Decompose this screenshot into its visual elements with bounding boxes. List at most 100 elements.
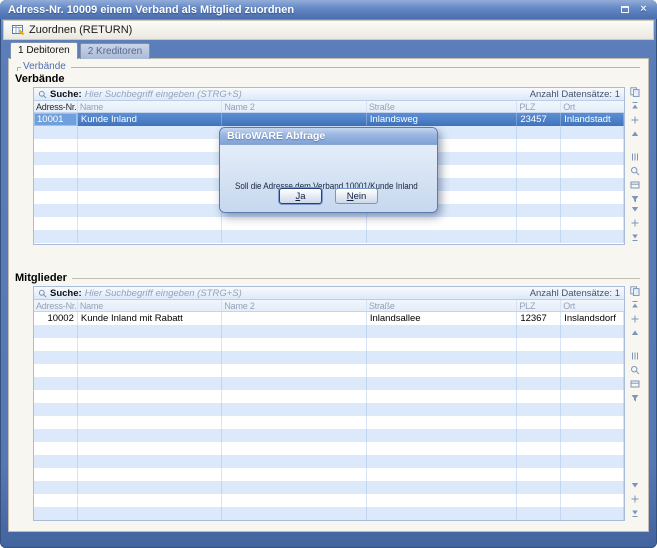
dialog-body: Soll die Adresse dem Verband 10001/Kunde… — [220, 145, 437, 213]
scroll-last-icon[interactable] — [630, 232, 640, 242]
column-header-plz[interactable]: PLZ — [517, 300, 561, 311]
table-cell — [78, 455, 223, 468]
table-cell — [78, 126, 223, 139]
scroll-down-icon[interactable] — [630, 480, 640, 490]
table-cell — [517, 178, 561, 191]
mitglieder-search-input[interactable] — [85, 288, 527, 299]
table-empty-row[interactable] — [34, 325, 624, 338]
table-cell — [78, 390, 223, 403]
scroll-first-icon[interactable] — [630, 300, 640, 310]
table-empty-row[interactable] — [34, 455, 624, 468]
table-cell — [561, 230, 624, 243]
table-cell — [367, 455, 517, 468]
table-cell — [517, 191, 561, 204]
table-cell — [34, 507, 78, 520]
columns-icon[interactable] — [630, 351, 640, 361]
table-cell — [78, 139, 223, 152]
column-header-name[interactable]: Name — [78, 300, 223, 311]
table-cell — [517, 481, 561, 494]
table-cell — [222, 429, 367, 442]
scroll-last-icon[interactable] — [630, 508, 640, 518]
column-header-adressnr[interactable]: Adress-Nr. — [34, 300, 78, 311]
copy-icon[interactable] — [630, 87, 640, 97]
table-cell — [561, 126, 624, 139]
table-cell — [517, 468, 561, 481]
column-header-plz[interactable]: PLZ — [517, 101, 561, 112]
table-row-selected[interactable]: 10001 Kunde Inland Inlandsweg 23457 Inla… — [34, 113, 624, 126]
table-empty-row[interactable] — [34, 377, 624, 390]
tab-kreditoren[interactable]: 2 Kreditoren — [80, 43, 150, 59]
column-header-strasse[interactable]: Straße — [367, 300, 517, 311]
table-empty-row[interactable] — [34, 230, 624, 243]
table-empty-row[interactable] — [34, 442, 624, 455]
table-cell — [222, 507, 367, 520]
ja-button[interactable]: Ja — [279, 188, 322, 204]
column-header-ort[interactable]: Ort — [561, 101, 624, 112]
scroll-up-icon[interactable] — [630, 129, 640, 139]
column-header-name[interactable]: Name — [78, 101, 223, 112]
table-empty-row[interactable] — [34, 390, 624, 403]
search-icon — [38, 90, 47, 99]
scroll-down-icon[interactable] — [630, 204, 640, 214]
column-header-adressnr[interactable]: Adress-Nr. — [34, 101, 78, 112]
table-cell — [78, 351, 223, 364]
table-empty-row[interactable] — [34, 364, 624, 377]
table-empty-row[interactable] — [34, 416, 624, 429]
cards-icon[interactable] — [630, 379, 640, 389]
table-cell — [222, 364, 367, 377]
table-cell — [517, 390, 561, 403]
close-button[interactable]: × — [636, 3, 651, 16]
column-header-name2[interactable]: Name 2 — [222, 101, 367, 112]
scroll-up-icon[interactable] — [630, 328, 640, 338]
table-cell — [222, 325, 367, 338]
table-cell — [222, 351, 367, 364]
table-cell — [561, 455, 624, 468]
copy-icon[interactable] — [630, 286, 640, 296]
table-empty-row[interactable] — [34, 481, 624, 494]
add-icon[interactable] — [630, 314, 640, 324]
column-header-name2[interactable]: Name 2 — [222, 300, 367, 311]
table-cell — [561, 178, 624, 191]
verbaende-heading: Verbände — [15, 73, 648, 85]
table-empty-row[interactable] — [34, 338, 624, 351]
filter-icon[interactable] — [630, 393, 640, 403]
verbaende-search-input[interactable] — [85, 89, 527, 100]
table-cell — [561, 403, 624, 416]
table-cell: Inlandsallee — [367, 312, 517, 325]
table-cell — [561, 494, 624, 507]
columns-icon[interactable] — [630, 152, 640, 162]
cards-icon[interactable] — [630, 180, 640, 190]
table-cell — [367, 338, 517, 351]
table-empty-row[interactable] — [34, 429, 624, 442]
column-header-strasse[interactable]: Straße — [367, 101, 517, 112]
heading-line — [72, 278, 640, 279]
search-icon[interactable] — [630, 166, 640, 176]
scroll-first-icon[interactable] — [630, 101, 640, 111]
table-cell — [78, 191, 223, 204]
add-icon[interactable] — [630, 115, 640, 125]
table-empty-row[interactable] — [34, 507, 624, 520]
add-icon[interactable] — [630, 494, 640, 504]
zuordnen-command[interactable]: Zuordnen (RETURN) — [8, 23, 136, 37]
search-icon[interactable] — [630, 365, 640, 375]
table-empty-row[interactable] — [34, 403, 624, 416]
add-icon[interactable] — [630, 218, 640, 228]
table-cell — [517, 442, 561, 455]
table-empty-row[interactable] — [34, 468, 624, 481]
table-cell — [78, 165, 223, 178]
table-empty-row[interactable] — [34, 217, 624, 230]
table-cell — [367, 364, 517, 377]
nein-button[interactable]: Nein — [335, 188, 378, 204]
window-title: Adress-Nr. 10009 einem Verband als Mitgl… — [8, 4, 294, 16]
dialog-title-bar: BüroWARE Abfrage — [220, 128, 437, 145]
filter-icon[interactable] — [630, 194, 640, 204]
table-cell — [561, 390, 624, 403]
groupbox-line — [71, 67, 640, 68]
tab-debitoren[interactable]: 1 Debitoren — [10, 42, 78, 59]
table-cell — [222, 113, 367, 126]
column-header-ort[interactable]: Ort — [561, 300, 624, 311]
table-empty-row[interactable] — [34, 351, 624, 364]
table-row[interactable]: 10002 Kunde Inland mit Rabatt Inlandsall… — [34, 312, 624, 325]
table-empty-row[interactable] — [34, 494, 624, 507]
restore-button[interactable] — [617, 3, 632, 16]
